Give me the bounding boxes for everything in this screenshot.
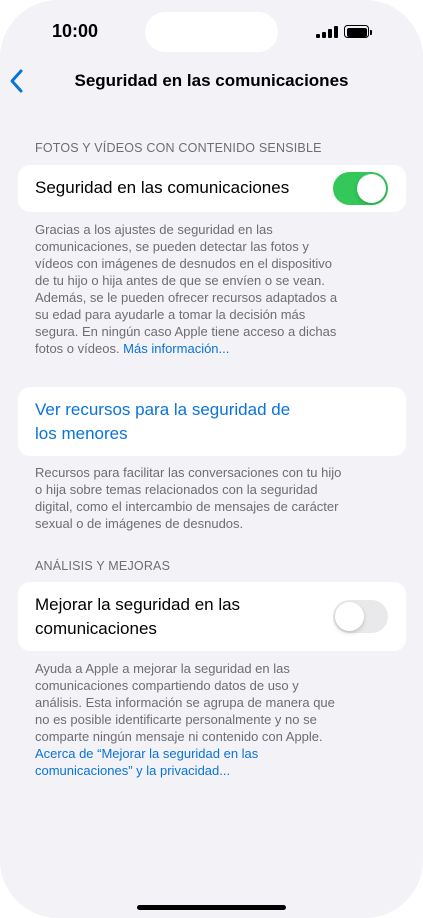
acerca-privacidad-link-line1[interactable]: Acerca de “Mejorar la seguridad en las xyxy=(35,745,395,762)
footer-line: de tu hijo o hija antes de que se envíen… xyxy=(35,273,325,288)
toggle-label-seguridad: Seguridad en las comunicaciones xyxy=(35,178,290,197)
dynamic-island xyxy=(145,12,278,52)
footer-line: Además, se le pueden ofrecer recursos ad… xyxy=(35,290,338,305)
ver-recursos-link-line1[interactable]: Ver recursos para la seguridad de xyxy=(35,398,290,422)
footer-line: o hija sobre temas relacionados con la s… xyxy=(35,482,318,497)
footer-analisis: Ayuda a Apple a mejorar la seguridad en … xyxy=(35,660,395,779)
phone-screen: 10:00 Seguridad en las comunicaciones FO… xyxy=(0,0,423,918)
footer-line: Recursos para facilitar las conversacion… xyxy=(35,465,342,480)
footer-recursos: Recursos para facilitar las conversacion… xyxy=(35,464,395,532)
footer-line: análisis. Esta información se agrupa de … xyxy=(35,695,335,710)
page-title: Seguridad en las comunicaciones xyxy=(74,71,349,90)
footer-line: sexual o de imágenes de desnudos. xyxy=(35,516,244,531)
mejorar-toggle[interactable] xyxy=(333,600,388,633)
status-time: 10:00 xyxy=(52,21,99,41)
footer-line: comparte ningún mensaje ni contenido con… xyxy=(35,729,323,744)
section-header-analisis: ANÁLISIS Y MEJORAS xyxy=(35,559,171,573)
footer-line: segura. En ningún caso Apple tiene acces… xyxy=(35,324,337,339)
footer-fotos: Gracias a los ajustes de seguridad en la… xyxy=(35,221,395,357)
seguridad-toggle[interactable] xyxy=(333,172,388,205)
footer-line: su edad para ayudarle a tomar la decisió… xyxy=(35,307,306,322)
footer-line: no es posible identificarte personalment… xyxy=(35,712,317,727)
footer-line: comunicaciones, se pueden detectar las f… xyxy=(35,239,309,254)
toggle-knob xyxy=(357,174,386,203)
toggle-label-mejorar-line2: comunicaciones xyxy=(35,619,157,638)
mas-informacion-link[interactable]: Más información... xyxy=(123,341,229,356)
toggle-knob xyxy=(335,602,364,631)
footer-line: fotos o vídeos. Más información... xyxy=(35,340,395,357)
toggle-label-mejorar-line1: Mejorar la seguridad en las xyxy=(35,595,241,614)
card-mejorar-toggle: Mejorar la seguridad en las comunicacion… xyxy=(18,582,406,651)
footer-line: Gracias a los ajustes de seguridad en la… xyxy=(35,222,273,237)
footer-text: fotos o vídeos. xyxy=(35,341,124,356)
footer-line: vídeos con imágenes de desnudos en el di… xyxy=(35,256,333,271)
cellular-signal-icon xyxy=(316,26,338,38)
section-header-fotos: FOTOS Y VÍDEOS CON CONTENIDO SENSIBLE xyxy=(35,141,322,155)
footer-line: digital, como el intercambio de mensajes… xyxy=(35,499,339,514)
home-indicator[interactable] xyxy=(137,905,286,910)
ver-recursos-link-line2[interactable]: los menores xyxy=(35,422,128,446)
footer-line: comunicaciones compartiendo datos de uso… xyxy=(35,678,299,693)
footer-line: Ayuda a Apple a mejorar la seguridad en … xyxy=(35,661,290,676)
card-ver-recursos[interactable]: Ver recursos para la seguridad de los me… xyxy=(18,387,406,456)
battery-icon xyxy=(344,25,372,38)
card-seguridad-toggle: Seguridad en las comunicaciones xyxy=(18,165,406,212)
acerca-privacidad-link-line2[interactable]: comunicaciones” y la privacidad... xyxy=(35,762,395,779)
